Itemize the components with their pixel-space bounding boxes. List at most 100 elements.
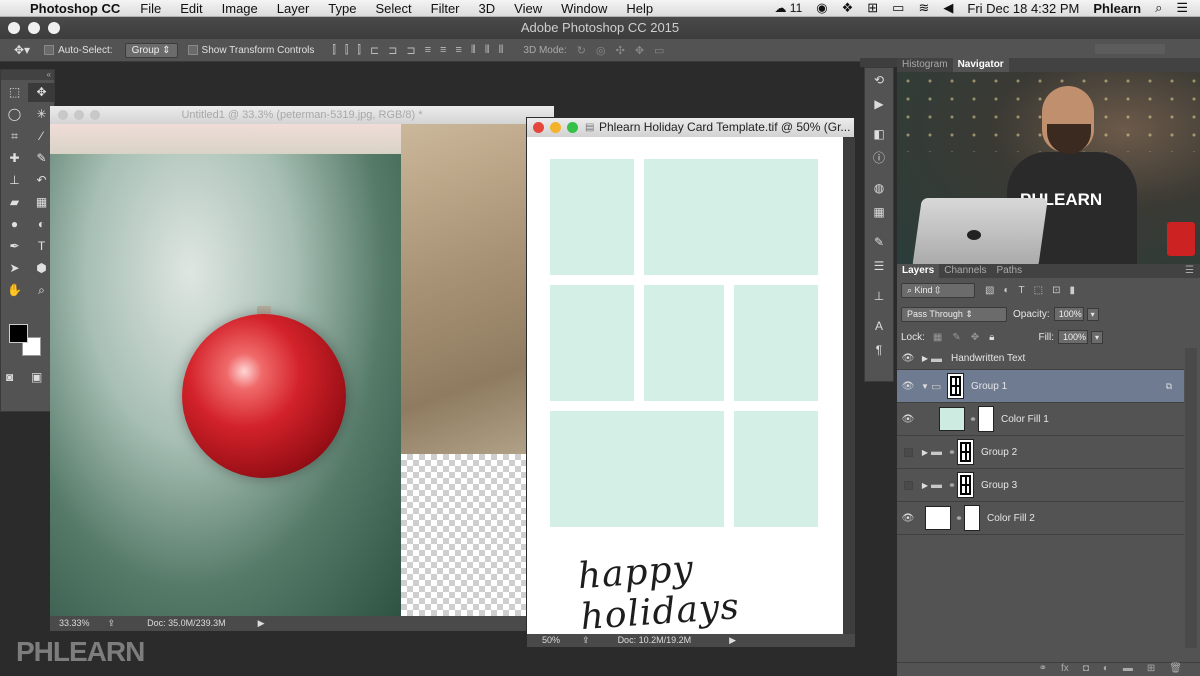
align-left-icon[interactable]: ⊏: [370, 44, 379, 57]
doc1-close-button[interactable]: [58, 110, 68, 120]
layer-mask-thumbnail[interactable]: [947, 373, 964, 399]
spotlight-search-icon[interactable]: ⌕: [1155, 0, 1162, 16]
layer-mask-thumbnail[interactable]: [957, 472, 974, 498]
layer-mask-thumbnail[interactable]: [957, 439, 974, 465]
align-right-icon[interactable]: ⊐: [406, 44, 415, 57]
document-window-untitled1[interactable]: Untitled1 @ 33.3% (peterman-5319.jpg, RG…: [50, 106, 554, 631]
record-icon[interactable]: ◉: [816, 0, 827, 16]
doc1-zoom-button[interactable]: [90, 110, 100, 120]
tab-paths[interactable]: Paths: [992, 264, 1028, 278]
layer-expand-arrow-icon[interactable]: ▶: [919, 481, 931, 490]
distribute-bottom-icon[interactable]: ≡: [455, 44, 461, 57]
menu-image[interactable]: Image: [222, 1, 258, 16]
notification-list-icon[interactable]: ☰: [1176, 0, 1188, 16]
layer-filter-kind-dropdown[interactable]: ⌕ Kind ⇕: [901, 282, 975, 298]
layer-visibility-box[interactable]: [903, 447, 913, 457]
align-vcenter-icon[interactable]: ⫿: [345, 44, 349, 57]
filter-smart-object-icon[interactable]: ⊡: [1052, 285, 1060, 296]
layer-mask-thumbnail[interactable]: [964, 505, 980, 531]
info-panel-icon[interactable]: ⓘ: [865, 146, 893, 170]
opacity-input[interactable]: 100%: [1053, 307, 1084, 321]
align-top-icon[interactable]: ⫿: [332, 44, 336, 57]
auto-select-checkbox[interactable]: Auto-Select:: [44, 45, 113, 56]
crop-tool-icon[interactable]: ⌗: [1, 127, 28, 146]
menu-user[interactable]: Phlearn: [1093, 1, 1141, 16]
layer-name[interactable]: Group 2: [981, 447, 1017, 458]
photo-placeholder-4[interactable]: [644, 285, 724, 401]
lock-all-icon[interactable]: 🔒︎: [989, 332, 994, 343]
workspace-switcher[interactable]: [1095, 44, 1165, 54]
minimize-button[interactable]: [28, 22, 40, 34]
doc2-zoom-level[interactable]: 50%: [542, 634, 560, 647]
document-window-holiday-card[interactable]: ▤ Phlearn Holiday Card Template.tif @ 50…: [526, 117, 855, 647]
fill-dropdown-icon[interactable]: ▾: [1091, 330, 1104, 344]
doc2-title-bar[interactable]: ▤ Phlearn Holiday Card Template.tif @ 50…: [527, 118, 854, 137]
hand-tool-icon[interactable]: ✋: [1, 281, 28, 300]
history-panel-icon[interactable]: ⟲: [865, 68, 893, 92]
swatches-panel-icon[interactable]: ▦: [865, 200, 893, 224]
layer-row[interactable]: ▶ ▬ ⚭ Group 2: [897, 436, 1184, 469]
layer-visibility-box[interactable]: [903, 480, 913, 490]
menu-edit[interactable]: Edit: [180, 1, 202, 16]
dropbox-icon[interactable]: ❖: [842, 0, 854, 16]
layer-color-thumbnail[interactable]: [925, 506, 951, 530]
doc1-minimize-button[interactable]: [74, 110, 84, 120]
layer-style-fx-icon[interactable]: fx: [1061, 663, 1069, 676]
eraser-tool-icon[interactable]: ▰: [1, 193, 28, 212]
layer-row[interactable]: 👁︎ ▶ ▬ Handwritten Text: [897, 348, 1184, 370]
layers-panel-menu-icon[interactable]: ☰: [1185, 264, 1200, 278]
apps-icon[interactable]: ⊞: [867, 0, 878, 16]
layer-row[interactable]: 👁︎ ▼ ▭ Group 1 ⧉: [897, 370, 1184, 403]
layer-name[interactable]: Handwritten Text: [951, 353, 1025, 364]
layer-expand-arrow-icon[interactable]: ▶: [919, 354, 931, 363]
filter-toggle-icon[interactable]: ▮: [1069, 285, 1075, 296]
fill-input[interactable]: 100%: [1058, 330, 1089, 344]
distribute-hcenter-icon[interactable]: ⦀: [485, 44, 490, 57]
menu-clock[interactable]: Fri Dec 18 4:32 PM: [967, 1, 1079, 16]
clone-source-panel-icon[interactable]: ⊥: [865, 284, 893, 308]
transform-checkbox-box[interactable]: [187, 45, 198, 55]
layer-color-thumbnail[interactable]: [939, 407, 965, 431]
blur-tool-icon[interactable]: ●: [1, 215, 28, 234]
doc2-close-button[interactable]: [533, 122, 544, 133]
photo-placeholder-2[interactable]: [644, 159, 818, 275]
link-layers-icon[interactable]: ⚭: [1039, 663, 1047, 676]
lock-position-icon[interactable]: ✥: [971, 332, 979, 343]
airplay-icon[interactable]: ▭: [892, 0, 904, 16]
slide-3d-icon[interactable]: ✥: [635, 44, 644, 57]
menu-type[interactable]: Type: [328, 1, 356, 16]
doc1-zoom-level[interactable]: 33.33%: [59, 616, 90, 631]
new-adjustment-layer-icon[interactable]: ◐: [1103, 663, 1109, 676]
align-hcenter-icon[interactable]: ⊐: [388, 44, 397, 57]
lock-image-icon[interactable]: ✎: [952, 332, 960, 343]
distribute-top-icon[interactable]: ≡: [425, 44, 431, 57]
color-panel-icon[interactable]: ◍: [865, 176, 893, 200]
distribute-left-icon[interactable]: ⦀: [471, 44, 476, 57]
layer-name[interactable]: Group 1: [971, 381, 1007, 392]
quick-mask-icon[interactable]: ◙: [6, 370, 13, 384]
menu-window[interactable]: Window: [561, 1, 607, 16]
lock-transparent-icon[interactable]: ▦: [933, 332, 942, 343]
healing-brush-tool-icon[interactable]: ✚: [1, 149, 28, 168]
new-group-icon[interactable]: ▬: [1123, 663, 1133, 676]
layer-visibility-eye-icon[interactable]: 👁︎: [897, 353, 919, 364]
foreground-color-swatch[interactable]: [9, 324, 28, 343]
tab-navigator[interactable]: Navigator: [952, 58, 1009, 72]
actions-panel-icon[interactable]: ▶: [865, 92, 893, 116]
menu-app-name[interactable]: Photoshop CC: [30, 1, 120, 16]
zoom-button[interactable]: [48, 22, 60, 34]
screen-mode-icon[interactable]: ▣: [31, 370, 42, 384]
drag-3d-icon[interactable]: ✣: [616, 44, 625, 57]
path-selection-tool-icon[interactable]: ➤: [1, 259, 28, 278]
doc2-canvas[interactable]: happy holidays: [527, 137, 843, 638]
paragraph-panel-icon[interactable]: ¶: [865, 338, 893, 362]
doc2-minimize-button[interactable]: [550, 122, 561, 133]
layer-visibility-toggle[interactable]: [897, 447, 919, 457]
filter-shape-icon[interactable]: ⬚: [1034, 285, 1043, 296]
layers-scrollbar[interactable]: [1185, 348, 1197, 648]
align-bottom-icon[interactable]: ⫿: [357, 44, 361, 57]
menu-3d[interactable]: 3D: [479, 1, 496, 16]
doc1-share-icon[interactable]: ⇪: [108, 616, 116, 631]
volume-icon[interactable]: ◀: [943, 0, 953, 16]
tools-panel-collapse-icon[interactable]: «: [1, 70, 54, 80]
